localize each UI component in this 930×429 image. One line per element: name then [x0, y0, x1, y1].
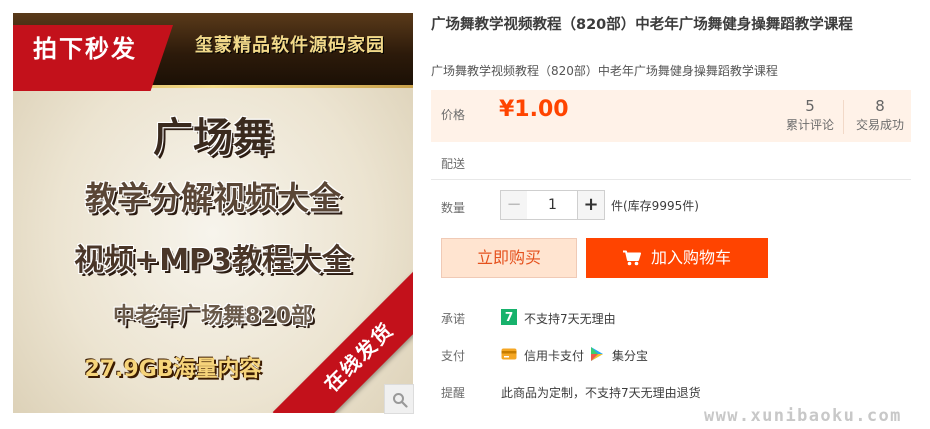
divider — [431, 179, 911, 180]
reminder-text: 此商品为定制，不支持7天无理由退货 — [501, 386, 701, 400]
quantity-label: 数量 — [441, 201, 466, 215]
reminder-label: 提醒 — [441, 386, 466, 400]
image-headline: 广场舞 — [153, 115, 273, 161]
stat-divider — [843, 100, 844, 134]
credit-card-icon — [501, 348, 517, 360]
add-to-cart-label: 加入购物车 — [651, 248, 732, 267]
zoom-button[interactable] — [384, 384, 414, 414]
quantity-increase-button[interactable]: + — [577, 190, 605, 220]
cart-icon — [623, 250, 641, 266]
credit-card-payment[interactable]: 信用卡支付 — [524, 347, 584, 364]
deals-count: 8 — [875, 97, 885, 115]
product-main-image[interactable]: 拍下秒发 玺蒙精品软件源码家园 广场舞 教学分解视频大全 视频+MP3教程大全 … — [13, 13, 413, 413]
promise-text[interactable]: 不支持7天无理由 — [524, 310, 616, 327]
buy-now-button[interactable]: 立即购买 — [441, 238, 577, 278]
reviews-count: 5 — [805, 97, 815, 115]
delivery-label: 配送 — [441, 157, 466, 171]
price-panel: 价格 ¥1.00 5 累计评论 8 交易成功 — [431, 90, 911, 142]
product-subtitle: 广场舞教学视频教程（820部）中老年广场舞健身操舞蹈教学课程 — [431, 64, 778, 78]
reviews-stat[interactable]: 5 累计评论 — [781, 96, 839, 134]
image-line-4: 中老年广场舞820部 — [113, 304, 313, 329]
quantity-decrease-button[interactable]: − — [500, 190, 528, 220]
price-label: 价格 — [441, 108, 466, 122]
reviews-label: 累计评论 — [785, 118, 834, 132]
payment-label: 支付 — [441, 349, 466, 363]
jifenbao-payment[interactable]: 集分宝 — [612, 347, 648, 364]
quantity-input[interactable] — [527, 190, 578, 220]
jifenbao-icon — [591, 347, 603, 361]
stock-info: 件(库存9995件) — [611, 199, 699, 213]
deals-label: 交易成功 — [855, 118, 904, 132]
promo-tag: 拍下秒发 — [13, 25, 173, 91]
magnifier-icon — [393, 393, 408, 408]
image-line-3: 视频+MP3教程大全 — [74, 243, 352, 278]
promise-label: 承诺 — [441, 312, 466, 326]
seven-day-badge-icon: 7 — [501, 309, 517, 325]
price-value: ¥1.00 — [499, 97, 569, 122]
add-to-cart-button[interactable]: 加入购物车 — [586, 238, 768, 278]
image-shop-name: 玺蒙精品软件源码家园 — [195, 35, 385, 56]
image-line-2: 教学分解视频大全 — [84, 179, 341, 217]
product-title: 广场舞教学视频教程（820部）中老年广场舞健身操舞蹈教学课程 — [431, 17, 853, 33]
site-watermark: www.xunibaoku.com — [704, 406, 902, 426]
deals-stat: 8 交易成功 — [849, 96, 911, 134]
